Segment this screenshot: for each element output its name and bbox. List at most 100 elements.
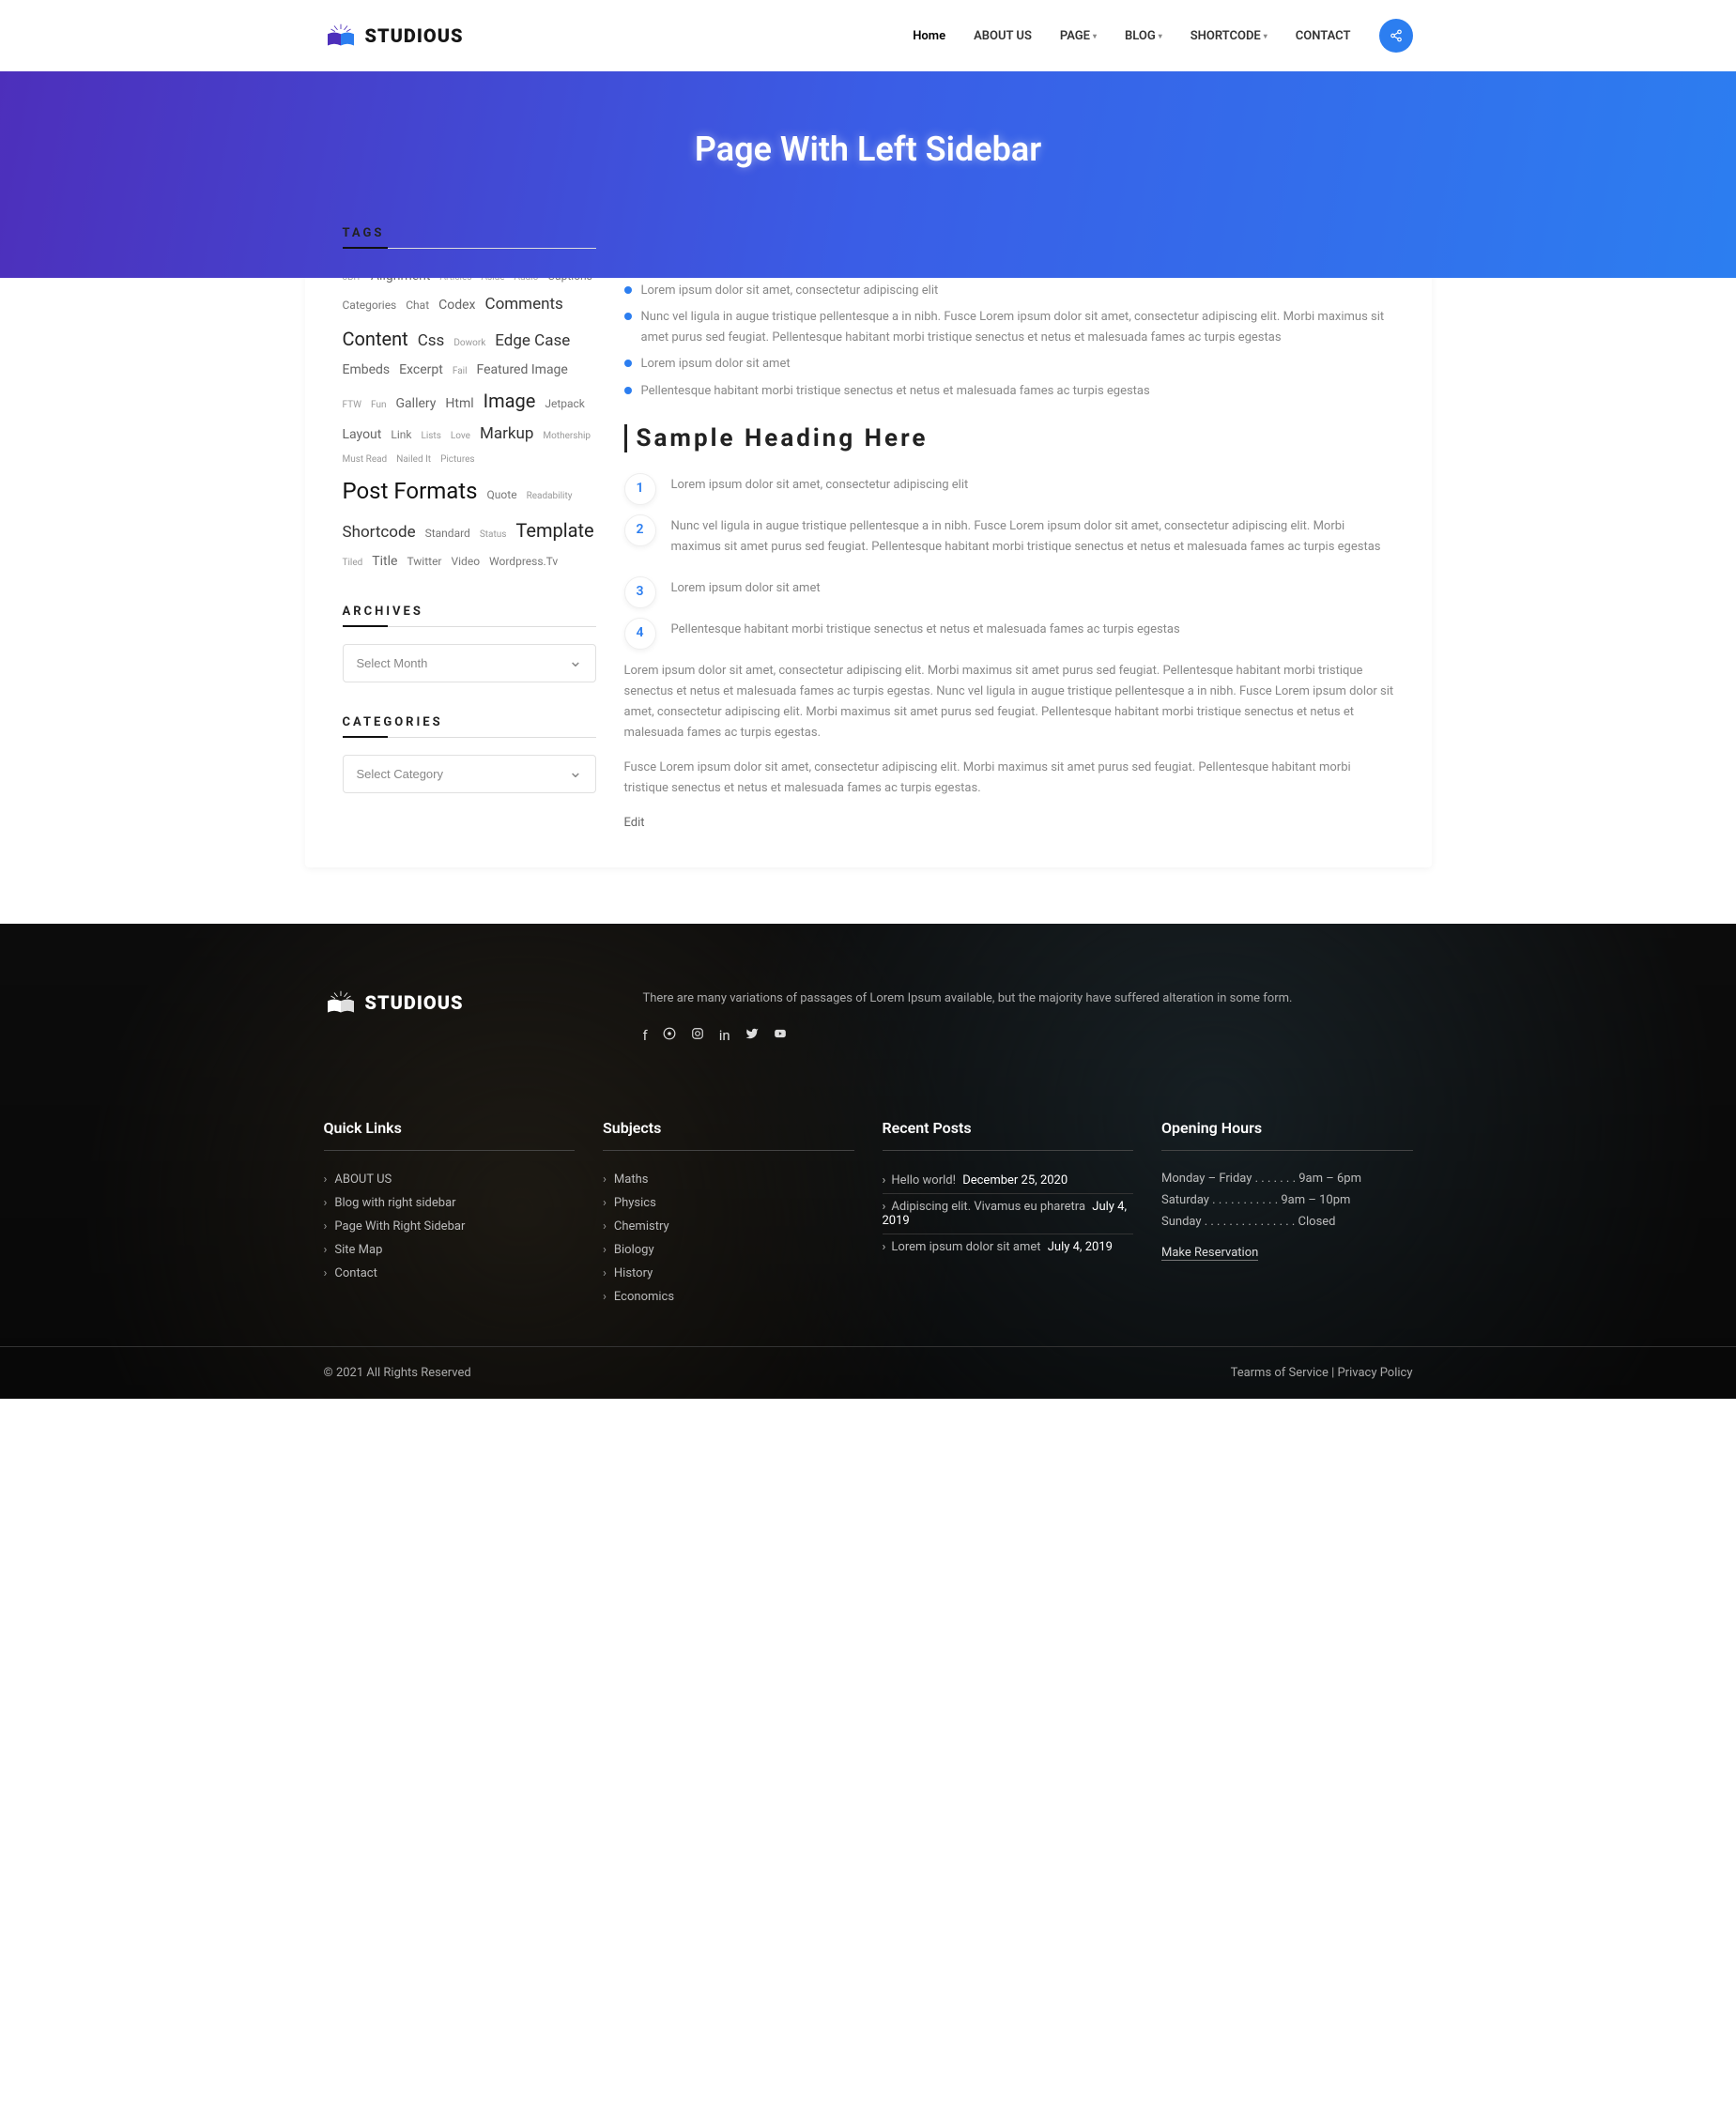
footer-brand-text: STUDIOUS xyxy=(365,991,464,1014)
content-area: Fusce Lorem ipsum dolor sit amet, consec… xyxy=(624,226,1394,830)
tag-item[interactable]: FTW xyxy=(343,398,362,413)
tag-item[interactable]: Mothership xyxy=(543,429,591,444)
facebook-icon[interactable]: f xyxy=(643,1027,648,1044)
tag-item[interactable]: Nailed It xyxy=(396,452,431,467)
footer-logo[interactable]: STUDIOUS xyxy=(324,989,587,1016)
widget-tags: TAGS 8BITAlignmentArticlesAsideAudioCapt… xyxy=(343,226,596,572)
share-button[interactable] xyxy=(1379,19,1413,53)
tag-item[interactable]: Pictures xyxy=(440,452,475,467)
youtube-icon[interactable] xyxy=(774,1027,787,1044)
terms-link[interactable]: Tearms of Service xyxy=(1231,1366,1329,1380)
nav-contact[interactable]: CONTACT xyxy=(1296,29,1351,43)
nav-page[interactable]: PAGE▾ xyxy=(1060,29,1097,43)
tag-item[interactable]: Fun xyxy=(371,398,386,413)
quick-links-title: Quick Links xyxy=(324,1119,576,1151)
tag-item[interactable]: Shortcode xyxy=(343,520,416,545)
tag-item[interactable]: Excerpt xyxy=(399,360,443,380)
share-icon xyxy=(1390,29,1403,42)
nav-about[interactable]: ABOUT US xyxy=(974,29,1032,43)
tag-item[interactable]: Featured Image xyxy=(477,360,568,380)
linkedin-icon[interactable]: in xyxy=(719,1027,730,1044)
subject-item[interactable]: Biology xyxy=(603,1238,854,1262)
edit-link[interactable]: Edit xyxy=(624,816,645,830)
twitter-icon[interactable] xyxy=(745,1027,759,1044)
subject-item[interactable]: Maths xyxy=(603,1168,854,1191)
numbered-list: Lorem ipsum dolor sit amet, consectetur … xyxy=(624,475,1394,640)
tag-item[interactable]: Html xyxy=(445,393,473,414)
hours-row: Sunday . . . . . . . . . . . . . . . Clo… xyxy=(1161,1211,1413,1233)
tag-item[interactable]: Codex xyxy=(438,295,475,315)
tag-item[interactable]: Markup xyxy=(480,421,533,447)
tag-item[interactable]: Readability xyxy=(527,489,573,504)
subject-item[interactable]: History xyxy=(603,1262,854,1285)
footer-subjects: Subjects MathsPhysicsChemistryBiologyHis… xyxy=(603,1119,854,1309)
subject-item[interactable]: Economics xyxy=(603,1285,854,1309)
tag-item[interactable]: Layout xyxy=(343,424,382,445)
footer-opening-hours: Opening Hours Monday – Friday . . . . . … xyxy=(1161,1119,1413,1309)
quick-link-item[interactable]: Blog with right sidebar xyxy=(324,1191,576,1215)
archives-select[interactable]: Select Month xyxy=(343,644,596,682)
tag-item[interactable]: Fail xyxy=(453,364,468,379)
numbered-item: Nunc vel ligula in augue tristique pelle… xyxy=(624,516,1394,558)
instagram-icon[interactable] xyxy=(691,1027,704,1044)
subject-item[interactable]: Chemistry xyxy=(603,1215,854,1238)
paragraph-2: Fusce Lorem ipsum dolor sit amet, consec… xyxy=(624,758,1394,799)
make-reservation-link[interactable]: Make Reservation xyxy=(1161,1246,1258,1261)
numbered-item: Pellentesque habitant morbi tristique se… xyxy=(624,620,1394,640)
tag-item[interactable]: Image xyxy=(484,386,536,416)
tag-item[interactable]: Categories xyxy=(343,297,397,314)
subject-item[interactable]: Physics xyxy=(603,1191,854,1215)
tag-item[interactable]: Post Formats xyxy=(343,473,478,509)
tag-item[interactable]: Must Read xyxy=(343,452,388,467)
tag-item[interactable]: Twitter xyxy=(407,553,441,571)
tag-item[interactable]: Edge Case xyxy=(495,329,570,354)
widget-archives: ARCHIVES Select Month xyxy=(343,605,596,682)
logo[interactable]: STUDIOUS xyxy=(324,23,464,49)
quick-link-item[interactable]: Contact xyxy=(324,1262,576,1285)
tag-item[interactable]: Lists xyxy=(421,429,440,444)
bullet-item: Nunc vel ligula in augue tristique pelle… xyxy=(624,307,1394,348)
tag-item[interactable]: Wordpress.Tv xyxy=(489,553,558,571)
subjects-title: Subjects xyxy=(603,1119,854,1151)
hours-row: Saturday . . . . . . . . . . . 9am – 10p… xyxy=(1161,1189,1413,1211)
privacy-link[interactable]: Privacy Policy xyxy=(1337,1366,1412,1380)
nav-shortcode[interactable]: SHORTCODE▾ xyxy=(1191,29,1267,43)
tag-item[interactable]: Title xyxy=(372,551,397,572)
tag-item[interactable]: Standard xyxy=(425,525,470,543)
footer-quick-links: Quick Links ABOUT USBlog with right side… xyxy=(324,1119,576,1309)
recent-post-item[interactable]: Adipiscing elit. Vivamus eu pharetra Jul… xyxy=(883,1193,1134,1234)
tag-item[interactable]: Gallery xyxy=(396,393,437,414)
quick-link-item[interactable]: Page With Right Sidebar xyxy=(324,1215,576,1238)
tag-item[interactable]: Dowork xyxy=(453,336,485,351)
tag-item[interactable]: Chat xyxy=(406,297,429,314)
main-nav: Home ABOUT US PAGE▾ BLOG▾ SHORTCODE▾ CON… xyxy=(913,19,1412,53)
quick-link-item[interactable]: Site Map xyxy=(324,1238,576,1262)
brand-text: STUDIOUS xyxy=(365,24,464,47)
nav-home[interactable]: Home xyxy=(913,29,945,43)
categories-select[interactable]: Select Category xyxy=(343,755,596,793)
footer: STUDIOUS There are many variations of pa… xyxy=(0,924,1736,1400)
tag-item[interactable]: Love xyxy=(451,429,470,444)
recent-post-item[interactable]: Lorem ipsum dolor sit amet July 4, 2019 xyxy=(883,1234,1134,1260)
bullet-item: Lorem ipsum dolor sit amet, consectetur … xyxy=(624,281,1394,301)
pinterest-icon[interactable] xyxy=(663,1027,676,1044)
tag-item[interactable]: Status xyxy=(480,528,507,543)
nav-blog[interactable]: BLOG▾ xyxy=(1125,29,1162,43)
tag-item[interactable]: Tiled xyxy=(343,556,363,571)
tag-item[interactable]: Template xyxy=(515,515,593,545)
tag-item[interactable]: Embeds xyxy=(343,360,391,380)
quick-link-item[interactable]: ABOUT US xyxy=(324,1168,576,1191)
archives-title: ARCHIVES xyxy=(343,605,596,627)
footer-recent-posts: Recent Posts Hello world! December 25, 2… xyxy=(883,1119,1134,1309)
tag-item[interactable]: Comments xyxy=(485,292,563,317)
recent-post-item[interactable]: Hello world! December 25, 2020 xyxy=(883,1168,1134,1193)
book-icon xyxy=(324,23,358,49)
tag-item[interactable]: Jetpack xyxy=(545,395,585,413)
tag-item[interactable]: Quote xyxy=(487,486,517,504)
tag-item[interactable]: Link xyxy=(391,426,411,444)
tag-item[interactable]: Video xyxy=(452,553,481,571)
sample-heading: Sample Heading Here xyxy=(624,424,1394,452)
widget-categories: CATEGORIES Select Category xyxy=(343,715,596,793)
tag-item[interactable]: Content xyxy=(343,324,408,354)
tag-item[interactable]: Css xyxy=(418,329,445,354)
